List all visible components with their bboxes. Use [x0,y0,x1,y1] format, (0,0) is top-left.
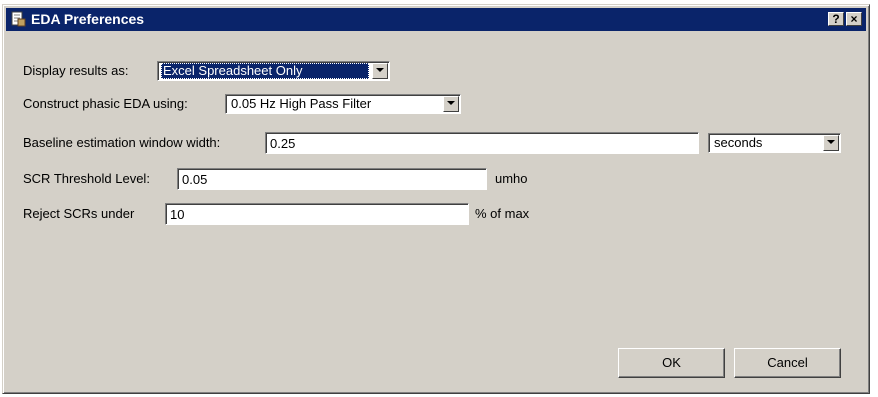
scr-threshold-input[interactable] [177,168,487,190]
title-bar[interactable]: EDA Preferences ? × [6,8,866,31]
construct-phasic-value: 0.05 Hz High Pass Filter [231,96,372,111]
construct-phasic-label: Construct phasic EDA using: [23,96,188,111]
help-button[interactable]: ? [828,12,844,26]
chevron-down-icon[interactable] [443,96,459,112]
ok-button[interactable]: OK [618,348,725,378]
close-button[interactable]: × [846,12,862,26]
scr-threshold-unit: umho [495,171,528,186]
eda-preferences-dialog: EDA Preferences ? × Display results as: … [2,4,870,394]
window-title: EDA Preferences [31,11,145,27]
baseline-input[interactable] [265,132,699,154]
display-results-select[interactable]: Excel Spreadsheet Only [157,61,390,81]
display-results-value: Excel Spreadsheet Only [161,63,369,79]
baseline-unit-value: seconds [714,135,763,150]
reject-scrs-unit: % of max [475,206,530,221]
scr-threshold-label: SCR Threshold Level: [23,171,150,186]
baseline-label: Baseline estimation window width: [23,135,221,150]
construct-phasic-select[interactable]: 0.05 Hz High Pass Filter [225,94,461,114]
display-results-label: Display results as: [23,63,129,78]
close-icon: × [850,12,858,26]
baseline-unit-select[interactable]: seconds [708,133,841,153]
cancel-button[interactable]: Cancel [734,348,841,378]
chevron-down-icon[interactable] [372,63,388,79]
chevron-down-icon[interactable] [823,135,839,151]
reject-scrs-label: Reject SCRs under [23,206,135,221]
reject-scrs-input[interactable] [165,203,469,225]
app-icon [10,11,26,27]
